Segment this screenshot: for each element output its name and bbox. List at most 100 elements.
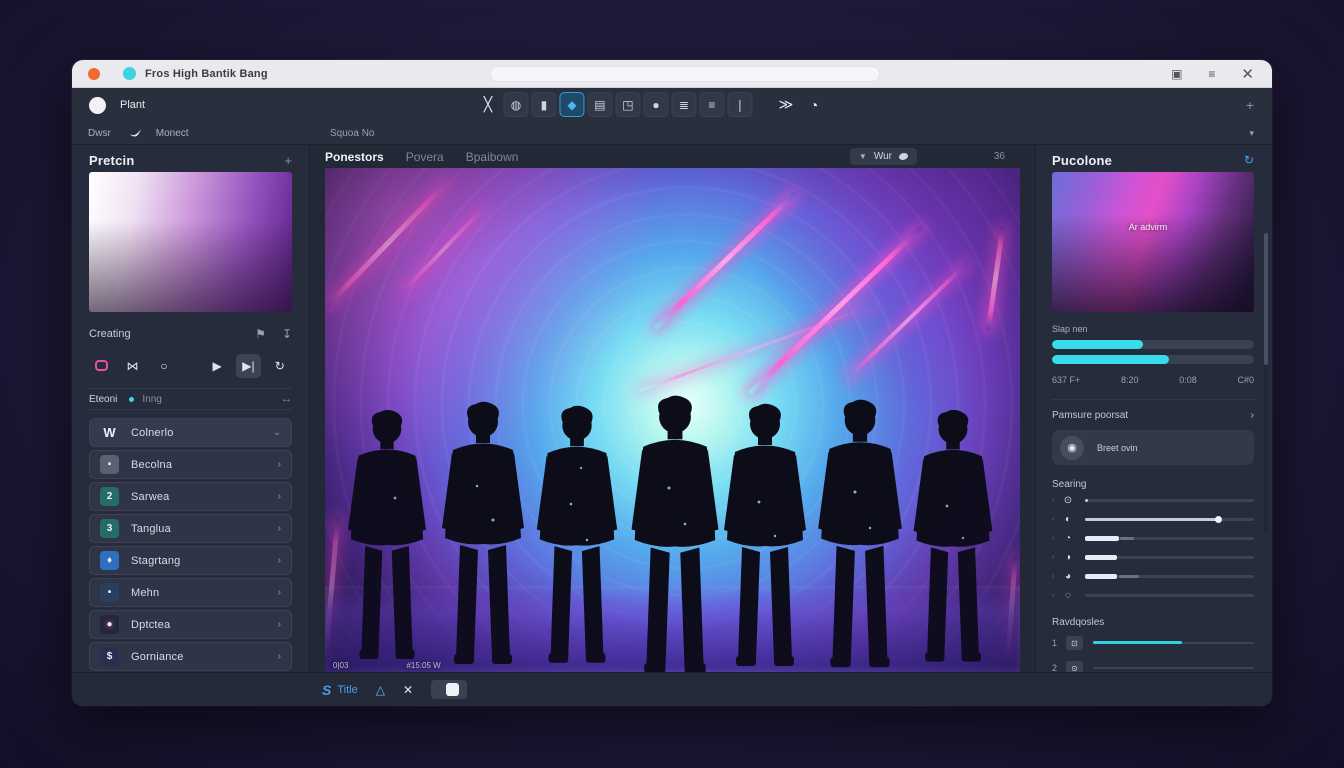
menu-item-2[interactable]: Monect (156, 128, 189, 139)
slider-row: ‹ ⊙ (1052, 491, 1254, 509)
camera-icon: ◕ (1060, 571, 1076, 582)
preview-gradient[interactable]: Ar advirm (1052, 172, 1254, 312)
orb-badge-icon: ● (100, 615, 119, 634)
scrollbar-thumb[interactable] (1264, 233, 1268, 365)
color-gradient-picker[interactable] (89, 172, 292, 312)
stats-row: 637 F+ 8:20 0:08 C#0 (1052, 375, 1254, 385)
tick-icon: ‹ (1052, 516, 1056, 523)
cut-icon[interactable]: ⋈ (120, 354, 144, 378)
align-tool-icon[interactable]: ≡ (699, 92, 724, 117)
view-dropdown[interactable]: ▼ Wur (850, 148, 917, 165)
balance-icon: ◔ (1060, 533, 1076, 544)
cloud-slider[interactable] (1085, 556, 1254, 559)
list-item-colnerlo[interactable]: W Colnerlo ⌄ (89, 418, 292, 447)
track-slider[interactable] (1093, 667, 1254, 669)
refresh-icon[interactable]: ↻ (1244, 153, 1254, 167)
filter-row: Eteoni Inng ↔ (89, 388, 292, 410)
close-window-icon[interactable]: ✕ (1241, 65, 1254, 83)
cut-tool-icon[interactable]: ╳ (475, 92, 500, 117)
list-item-mehn[interactable]: • Mehn › (89, 578, 292, 607)
chevron-right-icon: › (278, 651, 281, 662)
timecode-strip: 0|03 #15:05 W (325, 658, 1020, 672)
filter-value[interactable]: Inng (142, 394, 281, 405)
pink-shape-tool-icon[interactable] (89, 354, 113, 378)
cut-icon[interactable]: ✕ (403, 683, 413, 697)
expand-row[interactable]: Pamsure poorsat › (1052, 399, 1254, 421)
expand-row-label: Pamsure poorsat (1052, 410, 1128, 421)
titlebar-search-pill[interactable] (490, 66, 880, 82)
bottle-tool-icon[interactable]: ▮ (531, 92, 556, 117)
app-name: Plant (120, 99, 145, 111)
tab-povera[interactable]: Povera (406, 150, 444, 164)
chevron-down-icon[interactable]: ▾ (1249, 128, 1254, 139)
timecode: 0|03 (333, 661, 348, 670)
history-tool-icon[interactable]: ◔ (801, 92, 826, 117)
canvas-image[interactable]: 0|03 #15:05 W (325, 168, 1020, 672)
list-item-tanglua[interactable]: 3 Tanglua › (89, 514, 292, 543)
crop-tool-icon[interactable]: ◳ (615, 92, 640, 117)
layout-toggle-button[interactable] (431, 680, 467, 699)
stat-value: C#0 (1237, 375, 1254, 385)
meter-fill (1052, 340, 1143, 349)
camera-slider[interactable] (1085, 575, 1254, 578)
bar-tool-icon[interactable]: ❘ (727, 92, 752, 117)
progress-meter (1052, 355, 1254, 364)
toggle-knob (446, 683, 459, 696)
tick-icon: ‹ (1052, 573, 1056, 580)
chevron-right-icon: › (278, 555, 281, 566)
list-item-becolna[interactable]: ▪ Becolna › (89, 450, 292, 479)
app-window: Fros High Bantik Bang ▣ ≡ ✕ Plant ╳ ◍ ▮ … (72, 60, 1272, 706)
forward-tool-icon[interactable]: ≫ (773, 92, 798, 117)
stat-value: 8:20 (1121, 375, 1139, 385)
triangle-tool-icon[interactable]: △ (376, 683, 385, 697)
brush-tool-icon[interactable]: ◍ (503, 92, 528, 117)
timer-slider[interactable] (1085, 594, 1254, 597)
list-item-sarwea[interactable]: 2 Sarwea › (89, 482, 292, 511)
dollar-badge-icon: $ (100, 647, 119, 666)
list-item-stagrtang[interactable]: ♦ Stagrtang › (89, 546, 292, 575)
zoom-level[interactable]: 36 (994, 151, 1005, 162)
traffic-light-minimize-icon[interactable] (123, 67, 136, 80)
preview-caption: Ar advirm (1129, 222, 1168, 232)
status-dot (129, 397, 134, 402)
refresh-icon[interactable]: ↻ (268, 354, 292, 378)
header-add-button[interactable]: + (1246, 97, 1254, 113)
volume-slider[interactable] (1085, 518, 1254, 521)
circle-tool-icon[interactable]: ○ (152, 354, 176, 378)
title-button[interactable]: Title (337, 684, 357, 696)
list-item-gorniance[interactable]: $ Gorniance › (89, 642, 292, 671)
track-slider[interactable] (1093, 642, 1254, 644)
shape-tool-icon[interactable]: ◆ (559, 92, 584, 117)
list-item-dptctea[interactable]: ● Dptctea › (89, 610, 292, 639)
slider-thumb[interactable] (1215, 516, 1222, 523)
panel-tool-icon[interactable]: ▤ (587, 92, 612, 117)
tab-bpaibown[interactable]: Bpaibown (466, 150, 519, 164)
restore-window-icon[interactable]: ▣ (1171, 67, 1182, 81)
tab-ponestors[interactable]: Ponestors (325, 150, 384, 164)
minimize-window-icon[interactable]: ≡ (1208, 67, 1215, 81)
sync-icon[interactable]: ↔ (281, 393, 292, 405)
menu-item-1[interactable]: Dwsr (88, 128, 111, 139)
meter-label: Slap nen (1052, 324, 1254, 334)
skip-button[interactable]: ▶| (236, 354, 260, 378)
titlebar: Fros High Bantik Bang ▣ ≡ ✕ (72, 60, 1272, 88)
chevron-right-icon: › (278, 523, 281, 534)
flag-icon[interactable]: ⚑ (255, 327, 266, 341)
stylize-icon[interactable]: S (322, 682, 331, 698)
balance-slider[interactable] (1085, 537, 1254, 540)
canvas-toolbar: S Title △ ✕ (322, 680, 467, 699)
filter-name[interactable]: Eteoni (89, 394, 117, 405)
chevron-right-icon: › (278, 491, 281, 502)
play-button[interactable]: ▶ (205, 354, 229, 378)
panel-scrollbar[interactable] (1264, 233, 1268, 533)
preset-card[interactable]: ◉ Breet ovin (1052, 430, 1254, 465)
app-header: Plant ╳ ◍ ▮ ◆ ▤ ◳ ● ≣ ≡ ❘ ≫ ◔ + Dwsr Mon… (72, 88, 1272, 145)
fill-tool-icon[interactable]: ● (643, 92, 668, 117)
window-title: Fros High Bantik Bang (145, 68, 268, 80)
drop-cursor-icon[interactable]: ↧ (282, 327, 292, 341)
power-slider[interactable] (1085, 499, 1254, 502)
traffic-light-close-icon[interactable] (88, 68, 100, 80)
slider-row: ‹ ◕ (1052, 567, 1254, 585)
left-panel-add-button[interactable]: + (284, 153, 292, 168)
lines-tool-icon[interactable]: ≣ (671, 92, 696, 117)
